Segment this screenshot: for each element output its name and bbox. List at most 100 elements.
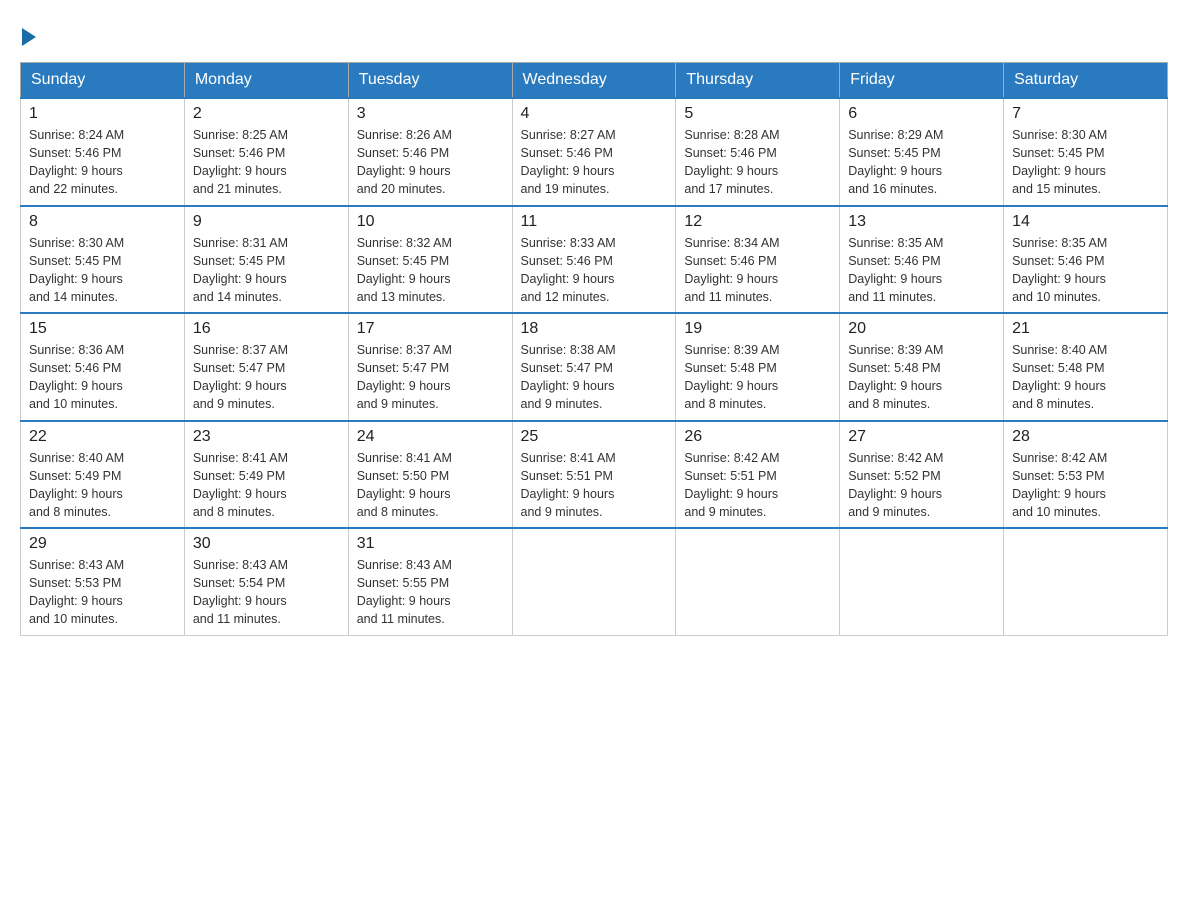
calendar-cell: 27 Sunrise: 8:42 AMSunset: 5:52 PMDayligh… [840,421,1004,529]
day-info: Sunrise: 8:40 AMSunset: 5:49 PMDaylight:… [29,449,176,522]
day-info: Sunrise: 8:43 AMSunset: 5:54 PMDaylight:… [193,556,340,629]
day-number: 21 [1012,320,1159,338]
day-info: Sunrise: 8:38 AMSunset: 5:47 PMDaylight:… [521,341,668,414]
week-row-4: 22 Sunrise: 8:40 AMSunset: 5:49 PMDayligh… [21,421,1168,529]
calendar-cell: 17 Sunrise: 8:37 AMSunset: 5:47 PMDayligh… [348,313,512,421]
calendar-cell: 21 Sunrise: 8:40 AMSunset: 5:48 PMDayligh… [1004,313,1168,421]
calendar-cell: 18 Sunrise: 8:38 AMSunset: 5:47 PMDayligh… [512,313,676,421]
weekday-header-sunday: Sunday [21,63,185,99]
day-info: Sunrise: 8:42 AMSunset: 5:52 PMDaylight:… [848,449,995,522]
day-number: 15 [29,320,176,338]
calendar-cell: 26Sunrise: 8:42 AMSunset: 5:51 PMDayligh… [676,421,840,529]
day-number: 18 [521,320,668,338]
day-number: 16 [193,320,340,338]
logo [20,28,38,46]
weekday-header-row: SundayMondayTuesdayWednesdayThursdayFrid… [21,63,1168,99]
calendar-cell: 28 Sunrise: 8:42 AMSunset: 5:53 PMDayligh… [1004,421,1168,529]
week-row-2: 8 Sunrise: 8:30 AMSunset: 5:45 PMDaylight… [21,206,1168,314]
day-info: Sunrise: 8:28 AMSunset: 5:46 PMDaylight:… [684,126,831,199]
calendar-cell: 2 Sunrise: 8:25 AMSunset: 5:46 PMDaylight… [184,98,348,206]
calendar-cell: 10Sunrise: 8:32 AMSunset: 5:45 PMDayligh… [348,206,512,314]
calendar-cell: 15Sunrise: 8:36 AMSunset: 5:46 PMDayligh… [21,313,185,421]
day-info: Sunrise: 8:42 AMSunset: 5:53 PMDaylight:… [1012,449,1159,522]
calendar-cell: 1Sunrise: 8:24 AMSunset: 5:46 PMDaylight… [21,98,185,206]
calendar-cell: 16Sunrise: 8:37 AMSunset: 5:47 PMDayligh… [184,313,348,421]
calendar-cell: 6 Sunrise: 8:29 AMSunset: 5:45 PMDaylight… [840,98,1004,206]
day-number: 17 [357,320,504,338]
day-number: 4 [521,105,668,123]
weekday-header-wednesday: Wednesday [512,63,676,99]
day-number: 14 [1012,213,1159,231]
calendar-cell: 8 Sunrise: 8:30 AMSunset: 5:45 PMDaylight… [21,206,185,314]
day-info: Sunrise: 8:30 AMSunset: 5:45 PMDaylight:… [1012,126,1159,199]
day-info: Sunrise: 8:41 AMSunset: 5:50 PMDaylight:… [357,449,504,522]
day-info: Sunrise: 8:41 AMSunset: 5:49 PMDaylight:… [193,449,340,522]
day-info: Sunrise: 8:29 AMSunset: 5:45 PMDaylight:… [848,126,995,199]
calendar-cell: 24 Sunrise: 8:41 AMSunset: 5:50 PMDayligh… [348,421,512,529]
logo-triangle-icon [22,28,36,46]
calendar-cell: 30Sunrise: 8:43 AMSunset: 5:54 PMDayligh… [184,528,348,635]
calendar-cell: 25 Sunrise: 8:41 AMSunset: 5:51 PMDayligh… [512,421,676,529]
calendar-cell: 29 Sunrise: 8:43 AMSunset: 5:53 PMDayligh… [21,528,185,635]
week-row-1: 1Sunrise: 8:24 AMSunset: 5:46 PMDaylight… [21,98,1168,206]
day-number: 23 [193,428,340,446]
calendar-cell: 31 Sunrise: 8:43 AMSunset: 5:55 PMDayligh… [348,528,512,635]
weekday-header-tuesday: Tuesday [348,63,512,99]
week-row-5: 29 Sunrise: 8:43 AMSunset: 5:53 PMDayligh… [21,528,1168,635]
day-number: 8 [29,213,176,231]
day-info: Sunrise: 8:33 AMSunset: 5:46 PMDaylight:… [521,234,668,307]
day-number: 3 [357,105,504,123]
day-info: Sunrise: 8:32 AMSunset: 5:45 PMDaylight:… [357,234,504,307]
calendar-cell [840,528,1004,635]
day-info: Sunrise: 8:30 AMSunset: 5:45 PMDaylight:… [29,234,176,307]
weekday-header-saturday: Saturday [1004,63,1168,99]
day-number: 19 [684,320,831,338]
day-info: Sunrise: 8:39 AMSunset: 5:48 PMDaylight:… [848,341,995,414]
week-row-3: 15Sunrise: 8:36 AMSunset: 5:46 PMDayligh… [21,313,1168,421]
weekday-header-monday: Monday [184,63,348,99]
calendar-cell: 5 Sunrise: 8:28 AMSunset: 5:46 PMDaylight… [676,98,840,206]
day-number: 26 [684,428,831,446]
calendar-cell: 19Sunrise: 8:39 AMSunset: 5:48 PMDayligh… [676,313,840,421]
day-number: 22 [29,428,176,446]
weekday-header-friday: Friday [840,63,1004,99]
page-header [20,20,1168,46]
calendar-cell: 12 Sunrise: 8:34 AMSunset: 5:46 PMDayligh… [676,206,840,314]
day-number: 7 [1012,105,1159,123]
day-number: 28 [1012,428,1159,446]
calendar-cell: 14 Sunrise: 8:35 AMSunset: 5:46 PMDayligh… [1004,206,1168,314]
day-info: Sunrise: 8:41 AMSunset: 5:51 PMDaylight:… [521,449,668,522]
day-number: 5 [684,105,831,123]
calendar-cell: 4 Sunrise: 8:27 AMSunset: 5:46 PMDaylight… [512,98,676,206]
calendar-cell: 20 Sunrise: 8:39 AMSunset: 5:48 PMDayligh… [840,313,1004,421]
calendar-cell [512,528,676,635]
day-info: Sunrise: 8:25 AMSunset: 5:46 PMDaylight:… [193,126,340,199]
calendar-cell: 22 Sunrise: 8:40 AMSunset: 5:49 PMDayligh… [21,421,185,529]
day-info: Sunrise: 8:31 AMSunset: 5:45 PMDaylight:… [193,234,340,307]
day-info: Sunrise: 8:34 AMSunset: 5:46 PMDaylight:… [684,234,831,307]
day-info: Sunrise: 8:43 AMSunset: 5:55 PMDaylight:… [357,556,504,629]
day-number: 1 [29,105,176,123]
day-number: 11 [521,213,668,231]
calendar-cell: 9 Sunrise: 8:31 AMSunset: 5:45 PMDaylight… [184,206,348,314]
day-number: 25 [521,428,668,446]
day-number: 6 [848,105,995,123]
day-number: 31 [357,535,504,553]
day-number: 27 [848,428,995,446]
day-number: 9 [193,213,340,231]
weekday-header-thursday: Thursday [676,63,840,99]
day-info: Sunrise: 8:27 AMSunset: 5:46 PMDaylight:… [521,126,668,199]
day-info: Sunrise: 8:35 AMSunset: 5:46 PMDaylight:… [848,234,995,307]
day-number: 29 [29,535,176,553]
day-info: Sunrise: 8:37 AMSunset: 5:47 PMDaylight:… [357,341,504,414]
day-number: 24 [357,428,504,446]
calendar-cell [676,528,840,635]
day-info: Sunrise: 8:26 AMSunset: 5:46 PMDaylight:… [357,126,504,199]
day-number: 2 [193,105,340,123]
day-number: 12 [684,213,831,231]
day-info: Sunrise: 8:40 AMSunset: 5:48 PMDaylight:… [1012,341,1159,414]
day-info: Sunrise: 8:43 AMSunset: 5:53 PMDaylight:… [29,556,176,629]
calendar-cell: 13Sunrise: 8:35 AMSunset: 5:46 PMDayligh… [840,206,1004,314]
day-info: Sunrise: 8:35 AMSunset: 5:46 PMDaylight:… [1012,234,1159,307]
day-number: 20 [848,320,995,338]
